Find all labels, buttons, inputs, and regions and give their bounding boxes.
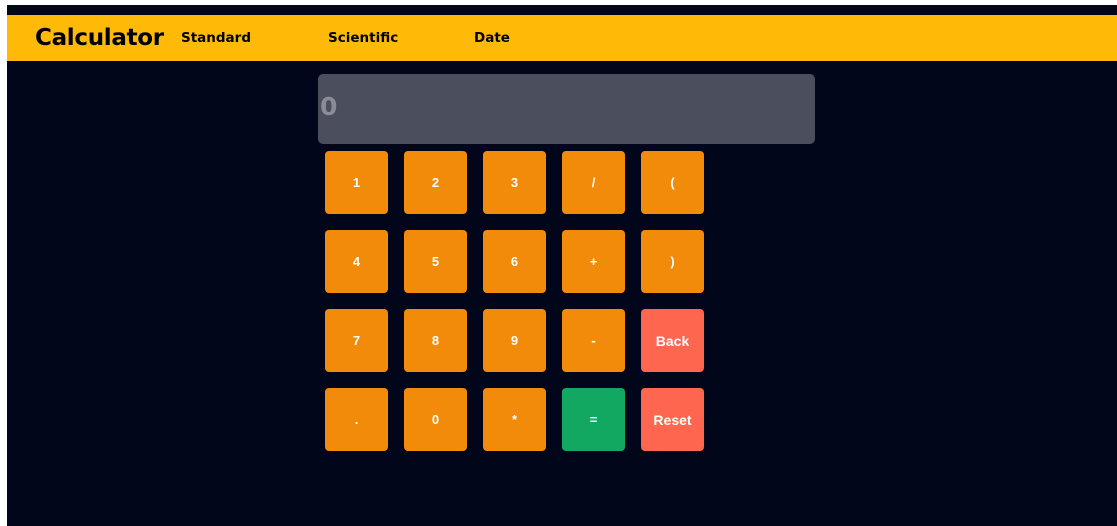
back-button[interactable]: Back [641, 309, 704, 372]
app-title: Calculator [35, 25, 164, 51]
key-5[interactable]: 5 [404, 230, 467, 293]
key-close-paren[interactable]: ) [641, 230, 704, 293]
key-multiply[interactable]: * [483, 388, 546, 451]
display-value: 0 [320, 92, 338, 121]
key-open-paren[interactable]: ( [641, 151, 704, 214]
reset-button[interactable]: Reset [641, 388, 704, 451]
key-2[interactable]: 2 [404, 151, 467, 214]
app-window: Calculator Standard Scientific Date 0 1 … [7, 5, 1117, 526]
key-6[interactable]: 6 [483, 230, 546, 293]
key-3[interactable]: 3 [483, 151, 546, 214]
key-7[interactable]: 7 [325, 309, 388, 372]
nav-standard[interactable]: Standard [181, 30, 251, 46]
key-plus[interactable]: + [562, 230, 625, 293]
keypad: 1 2 3 / ( 4 5 6 + ) 7 8 9 - Back . 0 * =… [325, 151, 715, 461]
nav-scientific[interactable]: Scientific [328, 30, 398, 46]
key-decimal[interactable]: . [325, 388, 388, 451]
navbar: Calculator Standard Scientific Date [7, 15, 1117, 61]
nav-date[interactable]: Date [474, 30, 510, 46]
key-1[interactable]: 1 [325, 151, 388, 214]
equals-button[interactable]: = [562, 388, 625, 451]
key-divide[interactable]: / [562, 151, 625, 214]
key-8[interactable]: 8 [404, 309, 467, 372]
key-0[interactable]: 0 [404, 388, 467, 451]
key-9[interactable]: 9 [483, 309, 546, 372]
key-minus[interactable]: - [562, 309, 625, 372]
calculator-display: 0 [318, 74, 815, 144]
key-4[interactable]: 4 [325, 230, 388, 293]
